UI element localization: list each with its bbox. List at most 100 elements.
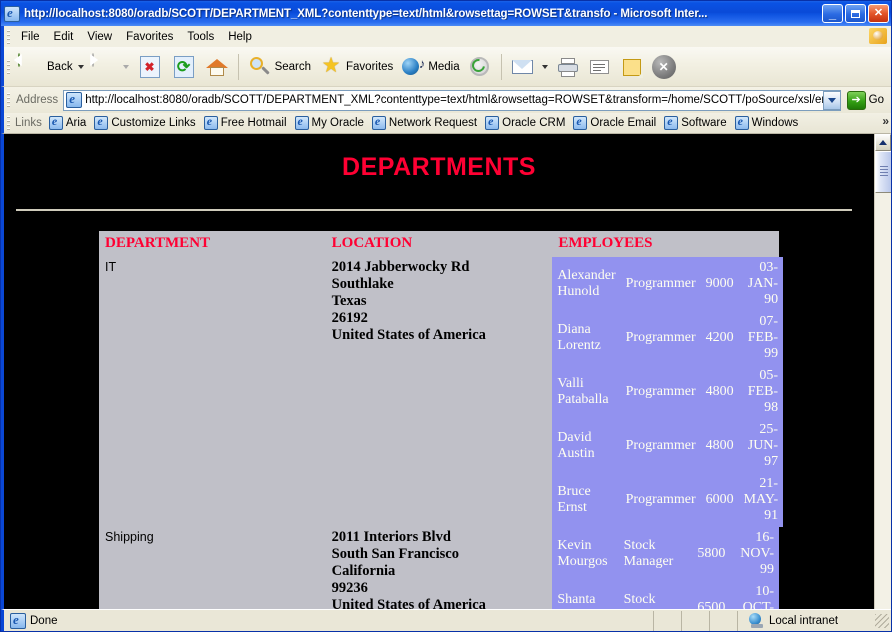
menu-gripper[interactable]: [5, 29, 12, 45]
stop-button[interactable]: [133, 50, 167, 84]
link-customize-links[interactable]: Customize Links: [91, 115, 200, 131]
menu-item-edit[interactable]: Edit: [47, 29, 81, 45]
link-network-request[interactable]: Network Request: [369, 115, 482, 131]
history-button[interactable]: [464, 50, 496, 84]
link-icon: [485, 116, 499, 130]
address-gripper[interactable]: [5, 92, 12, 108]
back-button[interactable]: Back: [14, 50, 88, 84]
go-button[interactable]: Go: [841, 91, 888, 110]
employee-job: Programmer: [621, 257, 701, 311]
internet-explorer-icon: [4, 6, 20, 22]
close-button[interactable]: ✕: [868, 4, 889, 23]
back-dropdown-caret-icon[interactable]: [78, 65, 84, 69]
department-employees: Kevin Mourgos Stock Manager 5800 16-NOV-…: [552, 527, 779, 609]
status-pane-1: [654, 611, 682, 631]
mail-icon: [511, 55, 537, 79]
favorites-button[interactable]: ★ Favorites: [315, 50, 397, 84]
edit-button[interactable]: [584, 50, 616, 84]
maximize-button[interactable]: [845, 4, 866, 23]
forward-button[interactable]: [88, 50, 133, 84]
forward-arrow-icon: [92, 54, 118, 80]
page-viewport: DEPARTMENTS DEPARTMENT LOCATION EMPLOYEE…: [1, 134, 891, 609]
column-header-location: LOCATION: [326, 231, 553, 257]
column-header-employees: EMPLOYEES: [552, 231, 779, 257]
location-state: California: [332, 563, 547, 580]
employees-table: Alexander Hunold Programmer 9000 03-JAN-…: [552, 257, 783, 527]
location-city: Southlake: [332, 276, 547, 293]
employee-name: Kevin Mourgos: [552, 527, 618, 581]
menu-item-tools[interactable]: Tools: [180, 29, 221, 45]
links-gripper[interactable]: [5, 115, 12, 131]
print-button[interactable]: [552, 50, 584, 84]
menu-item-view[interactable]: View: [80, 29, 119, 45]
status-message: Done: [30, 615, 58, 627]
window-controls: _ ✕: [822, 4, 889, 23]
departments-table: DEPARTMENT LOCATION EMPLOYEES IT 2014 Ja…: [99, 231, 779, 609]
messenger-icon: [652, 55, 676, 79]
messenger-button[interactable]: [648, 50, 680, 84]
link-label: Oracle CRM: [502, 117, 565, 129]
refresh-button[interactable]: [167, 50, 201, 84]
menu-item-help[interactable]: Help: [221, 29, 259, 45]
minimize-icon: _: [823, 5, 842, 22]
employee-salary: 9000: [701, 257, 739, 311]
employee-job: Programmer: [621, 419, 701, 473]
table-row: IT 2014 Jabberwocky Rd Southlake Texas 2…: [99, 257, 779, 527]
stop-icon: [140, 56, 160, 78]
address-input[interactable]: http://localhost:8080/oradb/SCOTT/DEPART…: [63, 90, 840, 111]
link-icon: [372, 116, 386, 130]
home-button[interactable]: [201, 50, 233, 84]
departments-table-head: DEPARTMENT LOCATION EMPLOYEES: [99, 231, 779, 257]
location-country: United States of America: [332, 327, 547, 344]
employee-row: Shanta Vollman Stock Manager 6500 10-OCT…: [552, 581, 779, 609]
employee-row: David Austin Programmer 4800 25-JUN-97: [552, 419, 783, 473]
search-button[interactable]: Search: [244, 50, 315, 84]
employee-name: Valli Pataballa: [552, 365, 620, 419]
link-software[interactable]: Software: [661, 115, 731, 131]
link-oracle-email[interactable]: Oracle Email: [570, 115, 661, 131]
link-free-hotmail[interactable]: Free Hotmail: [201, 115, 292, 131]
resize-grip[interactable]: [875, 614, 889, 628]
menu-item-favorites[interactable]: Favorites: [119, 29, 180, 45]
employee-salary: 4800: [701, 365, 739, 419]
scroll-up-button[interactable]: [875, 134, 891, 151]
security-zone-pane[interactable]: Local intranet: [738, 611, 875, 631]
maximize-icon: [846, 5, 865, 22]
employee-job: Programmer: [621, 473, 701, 527]
discuss-button[interactable]: [616, 50, 648, 84]
close-icon: ✕: [869, 5, 888, 22]
page-title: DEPARTMENTS: [4, 153, 874, 182]
toolbar-gripper[interactable]: [5, 59, 12, 75]
link-oracle-crm[interactable]: Oracle CRM: [482, 115, 570, 131]
link-aria[interactable]: Aria: [46, 115, 91, 131]
minimize-button[interactable]: _: [822, 4, 843, 23]
mail-button[interactable]: [507, 50, 552, 84]
chevron-down-icon: [828, 98, 836, 103]
department-location: 2011 Interiors Blvd South San Francisco …: [326, 527, 553, 609]
location-street: 2011 Interiors Blvd: [332, 529, 547, 546]
scrollbar-track[interactable]: [875, 151, 891, 609]
menu-item-file[interactable]: File: [14, 29, 47, 45]
scrollbar-thumb[interactable]: [875, 151, 891, 193]
mail-dropdown-caret-icon[interactable]: [542, 65, 548, 69]
status-bar: Done Local intranet: [1, 609, 891, 631]
employees-table: Kevin Mourgos Stock Manager 5800 16-NOV-…: [552, 527, 779, 609]
history-clock-icon: [468, 55, 492, 79]
status-pane-3: [710, 611, 738, 631]
employee-row: Valli Pataballa Programmer 4800 05-FEB-9…: [552, 365, 783, 419]
vertical-scrollbar[interactable]: [874, 134, 891, 609]
link-windows[interactable]: Windows: [732, 115, 804, 131]
forward-dropdown-caret-icon[interactable]: [123, 65, 129, 69]
address-dropdown-button[interactable]: [823, 91, 840, 110]
security-zone-label: Local intranet: [769, 615, 838, 627]
title-bar: http://localhost:8080/oradb/SCOTT/DEPART…: [1, 1, 891, 26]
location-city: South San Francisco: [332, 546, 547, 563]
link-my-oracle[interactable]: My Oracle: [292, 115, 369, 131]
links-overflow-button[interactable]: »: [882, 114, 889, 128]
link-icon: [49, 116, 63, 130]
location-postal: 26192: [332, 310, 547, 327]
links-bar: Links Aria Customize Links Free Hotmail …: [1, 113, 891, 134]
media-button[interactable]: ♪ Media: [397, 50, 463, 84]
back-arrow-icon: [18, 54, 44, 80]
status-pane-2: [682, 611, 710, 631]
